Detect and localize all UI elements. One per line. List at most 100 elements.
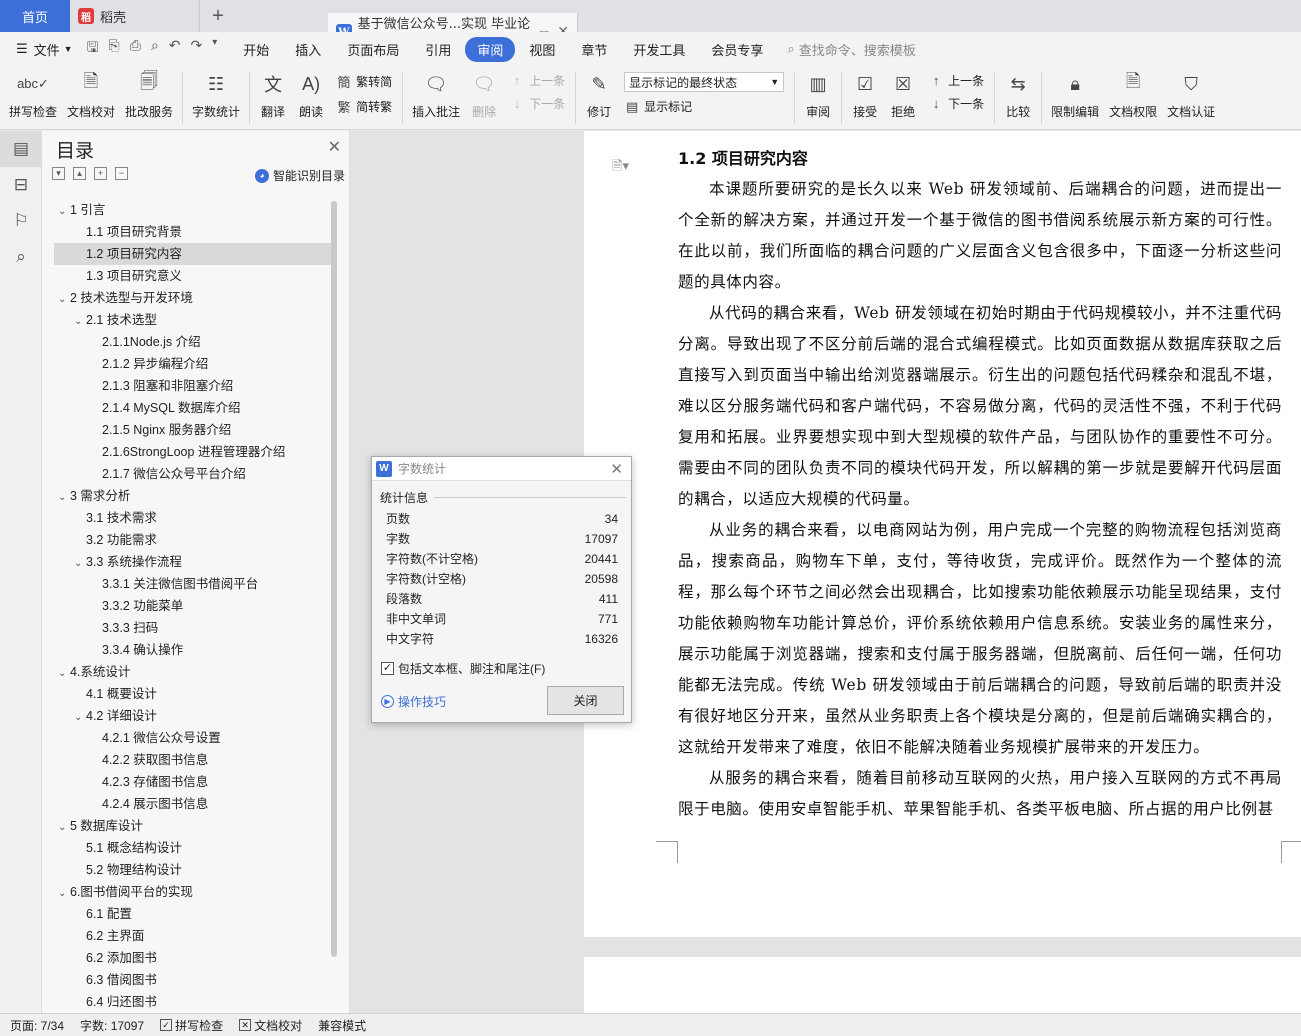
toc-item[interactable]: ⌄ 5 数据库设计 — [54, 815, 332, 837]
chevron-down-icon[interactable]: ⌄ — [74, 707, 86, 729]
prev-revision-button[interactable]: ↑ 上一条 — [928, 72, 984, 89]
toc-item[interactable]: 4.2.2 获取图书信息 — [54, 749, 332, 771]
export-icon[interactable]: ⎘ — [109, 37, 120, 61]
close-button[interactable]: 关闭 — [547, 686, 624, 715]
spell-check-status[interactable]: ✓ 拼写检查 — [160, 1017, 223, 1034]
delete-comment-button[interactable]: 🗨 删除 — [465, 66, 503, 120]
menu-item-2[interactable]: 页面布局 — [335, 37, 411, 62]
toc-item[interactable]: 3.3.1 关注微信图书借阅平台 — [54, 573, 332, 595]
find-icon[interactable]: ⌕ — [0, 239, 42, 275]
toc-item[interactable]: 3.2 功能需求 — [54, 529, 332, 551]
save-icon[interactable]: 🖫 — [87, 37, 99, 61]
menu-item-0[interactable]: 开始 — [231, 37, 281, 62]
insert-comment-button[interactable]: 🗨 插入批注 — [407, 66, 465, 120]
toc-item[interactable]: 2.1.7 微信公众号平台介绍 — [54, 463, 332, 485]
review-pane-button[interactable]: ▥ 审阅 — [799, 66, 837, 120]
toc-item[interactable]: ⌄ 4.2 详细设计 — [54, 705, 332, 727]
menu-item-7[interactable]: 开发工具 — [621, 37, 697, 62]
document-body[interactable]: 1.2 项目研究内容 本课题所要研究的是长久以来 Web 研发领域前、后端耦合的… — [678, 144, 1282, 825]
toc-item[interactable]: 1.2 项目研究内容 — [54, 243, 332, 265]
doc-rights-button[interactable]: 🗎 文档权限 — [1104, 66, 1162, 120]
toc-item[interactable]: 3.1 技术需求 — [54, 507, 332, 529]
toc-item[interactable]: 6.2 主界面 — [54, 925, 332, 947]
doc-proofread-button[interactable]: 🗎 文档校对 — [62, 66, 120, 120]
chevron-down-icon[interactable]: ⌄ — [74, 311, 86, 333]
correction-service-button[interactable]: 🗐 批改服务 — [120, 66, 178, 120]
toc-item[interactable]: 4.2.1 微信公众号设置 — [54, 727, 332, 749]
prev-comment-button[interactable]: ↑ 上一条 — [509, 72, 565, 89]
toc-item[interactable]: ⌄ 2.1 技术选型 — [54, 309, 332, 331]
toc-item[interactable]: ⌄ 1 引言 — [54, 199, 332, 221]
close-icon[interactable]: ✕ — [610, 460, 623, 478]
menu-item-5[interactable]: 视图 — [517, 37, 567, 62]
toc-item[interactable]: 4.2.3 存储图书信息 — [54, 771, 332, 793]
compare-button[interactable]: ⇆ 比较 — [999, 66, 1037, 120]
chapter-nav-icon[interactable]: ⊟ — [0, 167, 42, 203]
preview-icon[interactable]: ⌕ — [151, 37, 159, 61]
toc-item[interactable]: 6.3 借阅图书 — [54, 969, 332, 991]
toc-item[interactable]: 2.1.5 Nginx 服务器介绍 — [54, 419, 332, 441]
spell-check-button[interactable]: abc✓ 拼写检查 — [4, 66, 62, 120]
toc-item[interactable]: 4.2.4 展示图书信息 — [54, 793, 332, 815]
toc-item[interactable]: 3.3.4 确认操作 — [54, 639, 332, 661]
redo-icon[interactable]: ↷ — [191, 37, 203, 61]
toc-item[interactable]: 2.1.4 MySQL 数据库介绍 — [54, 397, 332, 419]
chevron-down-icon[interactable]: ⌄ — [58, 487, 70, 509]
chevron-down-icon[interactable]: ⌄ — [58, 289, 70, 311]
toc-item[interactable]: 6.1 配置 — [54, 903, 332, 925]
toc-item[interactable]: 2.1.6StrongLoop 进程管理器介绍 — [54, 441, 332, 463]
menu-item-1[interactable]: 插入 — [283, 37, 333, 62]
file-menu[interactable]: ☰ 文件 ▼ — [8, 40, 81, 59]
dialog-header[interactable]: W 字数统计 ✕ — [372, 457, 631, 481]
track-changes-button[interactable]: ✎ 修订 — [580, 66, 618, 120]
toc-item[interactable]: ⌄ 3.3 系统操作流程 — [54, 551, 332, 573]
menu-item-8[interactable]: 会员专享 — [699, 37, 775, 62]
chevron-down-icon[interactable]: ⌄ — [58, 817, 70, 839]
paragraph-menu-icon[interactable]: 🗎▾ — [612, 157, 629, 179]
proofread-status[interactable]: ✕ 文档校对 — [239, 1017, 302, 1034]
read-aloud-button[interactable]: A) 朗读 — [292, 66, 330, 120]
word-count-button[interactable]: ☷ 字数统计 — [187, 66, 245, 120]
toc-item[interactable]: ⌄ 4.系统设计 — [54, 661, 332, 683]
toc-item[interactable]: 1.1 项目研究背景 — [54, 221, 332, 243]
doc-cert-button[interactable]: ⛉ 文档认证 — [1162, 66, 1220, 120]
toc-item[interactable]: ⌄ 2 技术选型与开发环境 — [54, 287, 332, 309]
toc-item[interactable]: ⌄ 3 需求分析 — [54, 485, 332, 507]
toc-item[interactable]: 4.1 概要设计 — [54, 683, 332, 705]
smart-toc-button[interactable]: ◕ 智能识别目录 — [254, 167, 345, 184]
tab-daoke[interactable]: 稻 稻壳 — [70, 0, 200, 32]
trad-to-simp-button[interactable]: 簡繁转简 — [336, 72, 393, 91]
undo-icon[interactable]: ↶ — [169, 37, 181, 61]
word-count-indicator[interactable]: 字数: 17097 — [80, 1017, 144, 1034]
remove-heading-icon[interactable]: − — [115, 167, 128, 180]
toc-scrollbar[interactable] — [331, 201, 337, 957]
chevron-down-icon[interactable]: ⌄ — [58, 883, 70, 905]
page-indicator[interactable]: 页面: 7/34 — [10, 1017, 64, 1034]
translate-button[interactable]: 文翻译 — [254, 66, 292, 120]
simp-to-trad-button[interactable]: 繁简转繁 — [336, 97, 393, 116]
restrict-editing-button[interactable]: 🔒︎ 限制编辑 — [1046, 66, 1104, 120]
close-icon[interactable]: ✕ — [328, 137, 341, 157]
menu-item-3[interactable]: 引用 — [413, 37, 463, 62]
toc-item[interactable]: ⌄ 6.图书借阅平台的实现 — [54, 881, 332, 903]
menu-item-6[interactable]: 章节 — [569, 37, 619, 62]
collapse-all-icon[interactable]: ▾ — [52, 167, 65, 180]
add-heading-icon[interactable]: + — [94, 167, 107, 180]
bookmark-icon[interactable]: ⚐ — [0, 203, 42, 239]
new-tab-button[interactable]: + — [200, 0, 236, 32]
accept-button[interactable]: ☑ 接受 — [846, 66, 884, 120]
toc-item[interactable]: 3.3.3 扫码 — [54, 617, 332, 639]
include-textbox-checkbox[interactable]: ✓ 包括文本框、脚注和尾注(F) — [381, 660, 545, 677]
expand-all-icon[interactable]: ▴ — [73, 167, 86, 180]
toc-item[interactable]: 5.2 物理结构设计 — [54, 859, 332, 881]
tab-home[interactable]: 首页 — [0, 0, 70, 32]
next-comment-button[interactable]: ↓ 下一条 — [509, 95, 565, 112]
toc-item[interactable]: 5.1 概念结构设计 — [54, 837, 332, 859]
toc-item[interactable]: 2.1.3 阻塞和非阻塞介绍 — [54, 375, 332, 397]
tips-link[interactable]: ▶ 操作技巧 — [381, 693, 446, 710]
toc-item[interactable]: 6.4 归还图书 — [54, 991, 332, 1013]
markup-state-select[interactable]: 显示标记的最终状态 ▼ — [624, 72, 785, 92]
show-markup-button[interactable]: ▤ 显示标记 — [624, 98, 784, 115]
customize-icon[interactable]: ▾ — [212, 37, 217, 61]
chevron-down-icon[interactable]: ⌄ — [58, 201, 70, 223]
